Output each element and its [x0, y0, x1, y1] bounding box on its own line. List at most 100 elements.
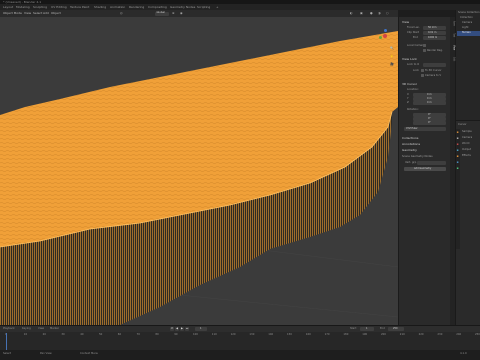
- proportional-edit-icon[interactable]: ◉: [180, 11, 183, 15]
- xray-icon[interactable]: ▣: [360, 11, 363, 15]
- play-button[interactable]: ▶: [180, 327, 184, 331]
- cursor-x-value: 0 m: [427, 92, 432, 96]
- outliner-item[interactable]: Scene Collection: [458, 11, 480, 15]
- status-left-mouse-hint: Select: [3, 352, 12, 355]
- gizmo-z-axis[interactable]: [384, 29, 387, 32]
- overlays-icon[interactable]: ◐: [350, 11, 353, 15]
- focal-length-value: 50 mm: [428, 25, 437, 29]
- frame-tick-label: 50: [99, 333, 103, 336]
- tab-item[interactable]: Item: [451, 21, 456, 26]
- tab-view[interactable]: View: [451, 45, 456, 50]
- shading-solid-icon[interactable]: ●: [370, 11, 373, 15]
- section-view[interactable]: View: [402, 21, 409, 24]
- navigation-gizmo[interactable]: [378, 29, 392, 43]
- current-frame-value: 1: [200, 326, 202, 330]
- play-reverse-button[interactable]: ◀: [175, 327, 179, 331]
- outliner-item[interactable]: Collection: [460, 16, 473, 20]
- cursor-location-label: Location:: [407, 88, 419, 91]
- snap-icon[interactable]: ⊕: [172, 11, 175, 15]
- rotation-mode-dropdown[interactable]: XYZ Euler: [404, 127, 446, 131]
- modifier-properties-icon[interactable]: ▪: [457, 161, 459, 164]
- frame-tick-label: 70: [136, 333, 140, 336]
- transform-orientation-dropdown[interactable]: Global: [155, 11, 169, 16]
- properties-row[interactable]: Effects: [462, 154, 471, 158]
- section-3d-cursor[interactable]: 3D Cursor: [402, 83, 417, 86]
- section-view-lock[interactable]: View Lock: [402, 58, 417, 61]
- cursor-rotation-label: Rotation:: [407, 108, 419, 111]
- frame-start-field[interactable]: 1: [360, 327, 374, 331]
- vertex-group-field[interactable]: [417, 161, 446, 165]
- camera-to-view-label: Camera to V: [425, 74, 442, 77]
- cursor-rx-value: 0°: [428, 112, 431, 116]
- properties-row[interactable]: World: [462, 142, 469, 146]
- outliner-selected-row[interactable]: Terrain: [457, 31, 480, 36]
- clip-start-value: 0.01 m: [428, 30, 437, 34]
- 3d-viewport[interactable]: 🔍 ✋ 🎥: [0, 17, 398, 325]
- clip-start-label: Clip Start: [407, 31, 420, 34]
- gizmo-y-axis[interactable]: [379, 36, 382, 39]
- frame-tick-label: 60: [117, 333, 122, 336]
- current-frame-field[interactable]: 1: [195, 327, 207, 331]
- properties-row[interactable]: Camera: [462, 136, 472, 140]
- menu-keying[interactable]: Keying: [22, 327, 31, 331]
- pivot-icon[interactable]: ◎: [120, 11, 123, 15]
- menu-playback[interactable]: Playback: [3, 327, 15, 331]
- cursor-z-field[interactable]: 0 m: [413, 101, 446, 105]
- outliner-item[interactable]: Light: [462, 26, 468, 30]
- frame-tick-label: 110: [211, 333, 217, 336]
- menu-select[interactable]: Select: [33, 12, 42, 15]
- frame-tick-label: 180: [343, 333, 349, 336]
- clip-end-label: End: [413, 36, 418, 39]
- menu-view[interactable]: View: [24, 12, 31, 15]
- output-properties-icon[interactable]: ▪: [457, 137, 459, 140]
- render-properties-icon[interactable]: ▪: [457, 131, 459, 134]
- lock-to-object-field[interactable]: [423, 63, 446, 67]
- outliner-item[interactable]: Camera: [462, 21, 472, 25]
- camera-to-view-checkbox[interactable]: [421, 74, 424, 77]
- section-collections[interactable]: Collections: [402, 137, 418, 140]
- tab-tool[interactable]: Tool: [451, 33, 456, 37]
- lock-label: Lock: [413, 69, 419, 72]
- world-properties-icon[interactable]: ▪: [457, 149, 459, 152]
- cursor-rz-field[interactable]: 0°: [413, 121, 446, 125]
- jump-start-button[interactable]: ⏮: [170, 327, 174, 331]
- viewport-header: Object Mode View Select Add Object Globa…: [0, 10, 398, 17]
- properties-row[interactable]: Sample: [462, 130, 472, 134]
- clip-end-value: 1000 m: [428, 35, 438, 39]
- menu-add[interactable]: Add: [43, 12, 49, 15]
- outliner-panel: Scene Collection Collection Camera Light…: [455, 10, 480, 120]
- menu-marker[interactable]: Marker: [50, 327, 59, 331]
- shading-rendered-icon[interactable]: ○: [386, 11, 389, 15]
- frame-tick-label: 240: [456, 333, 462, 336]
- menu-object[interactable]: Object: [51, 12, 61, 15]
- scene-properties-icon[interactable]: ▪: [457, 143, 459, 146]
- clip-start-field[interactable]: 0.01 m: [423, 31, 446, 35]
- properties-row[interactable]: Output: [462, 148, 471, 152]
- shading-material-icon[interactable]: ◑: [378, 11, 381, 15]
- section-geometry[interactable]: Geometry: [402, 149, 417, 152]
- zoom-view-icon[interactable]: 🔍: [390, 47, 394, 50]
- frame-ruler[interactable]: 0102030405060708090100110120130140150160…: [0, 333, 480, 339]
- focal-length-field[interactable]: 50 mm: [423, 26, 446, 30]
- menu-view[interactable]: View: [38, 327, 44, 331]
- frame-end-field[interactable]: 250: [388, 327, 404, 331]
- add-geometry-button[interactable]: Add Geometry: [404, 167, 446, 171]
- jump-end-button[interactable]: ⏭: [185, 327, 189, 331]
- timeline[interactable]: Playback Keying View Marker ⏮ ◀ ▶ ⏭ 1 St…: [0, 325, 480, 350]
- cursor-ry-value: 0°: [428, 116, 431, 120]
- cursor-rz-value: 0°: [428, 120, 431, 124]
- playhead[interactable]: [6, 333, 7, 350]
- section-annotations[interactable]: Annotations: [402, 143, 420, 146]
- local-camera-checkbox[interactable]: [423, 44, 426, 47]
- render-region-checkbox[interactable]: [423, 49, 426, 52]
- object-properties-icon[interactable]: ▪: [457, 155, 459, 158]
- transform-orientation-value: Global: [156, 11, 165, 15]
- camera-view-icon[interactable]: 🎥: [390, 63, 394, 66]
- pan-view-icon[interactable]: ✋: [390, 55, 394, 58]
- tab-edit[interactable]: Edit: [451, 57, 456, 61]
- gizmo-x-axis[interactable]: [383, 34, 387, 38]
- data-properties-icon[interactable]: ▪: [457, 167, 459, 170]
- lock-to-cursor-checkbox[interactable]: [421, 69, 424, 72]
- clip-end-field[interactable]: 1000 m: [423, 36, 446, 40]
- mode-selector[interactable]: Object Mode: [3, 12, 22, 15]
